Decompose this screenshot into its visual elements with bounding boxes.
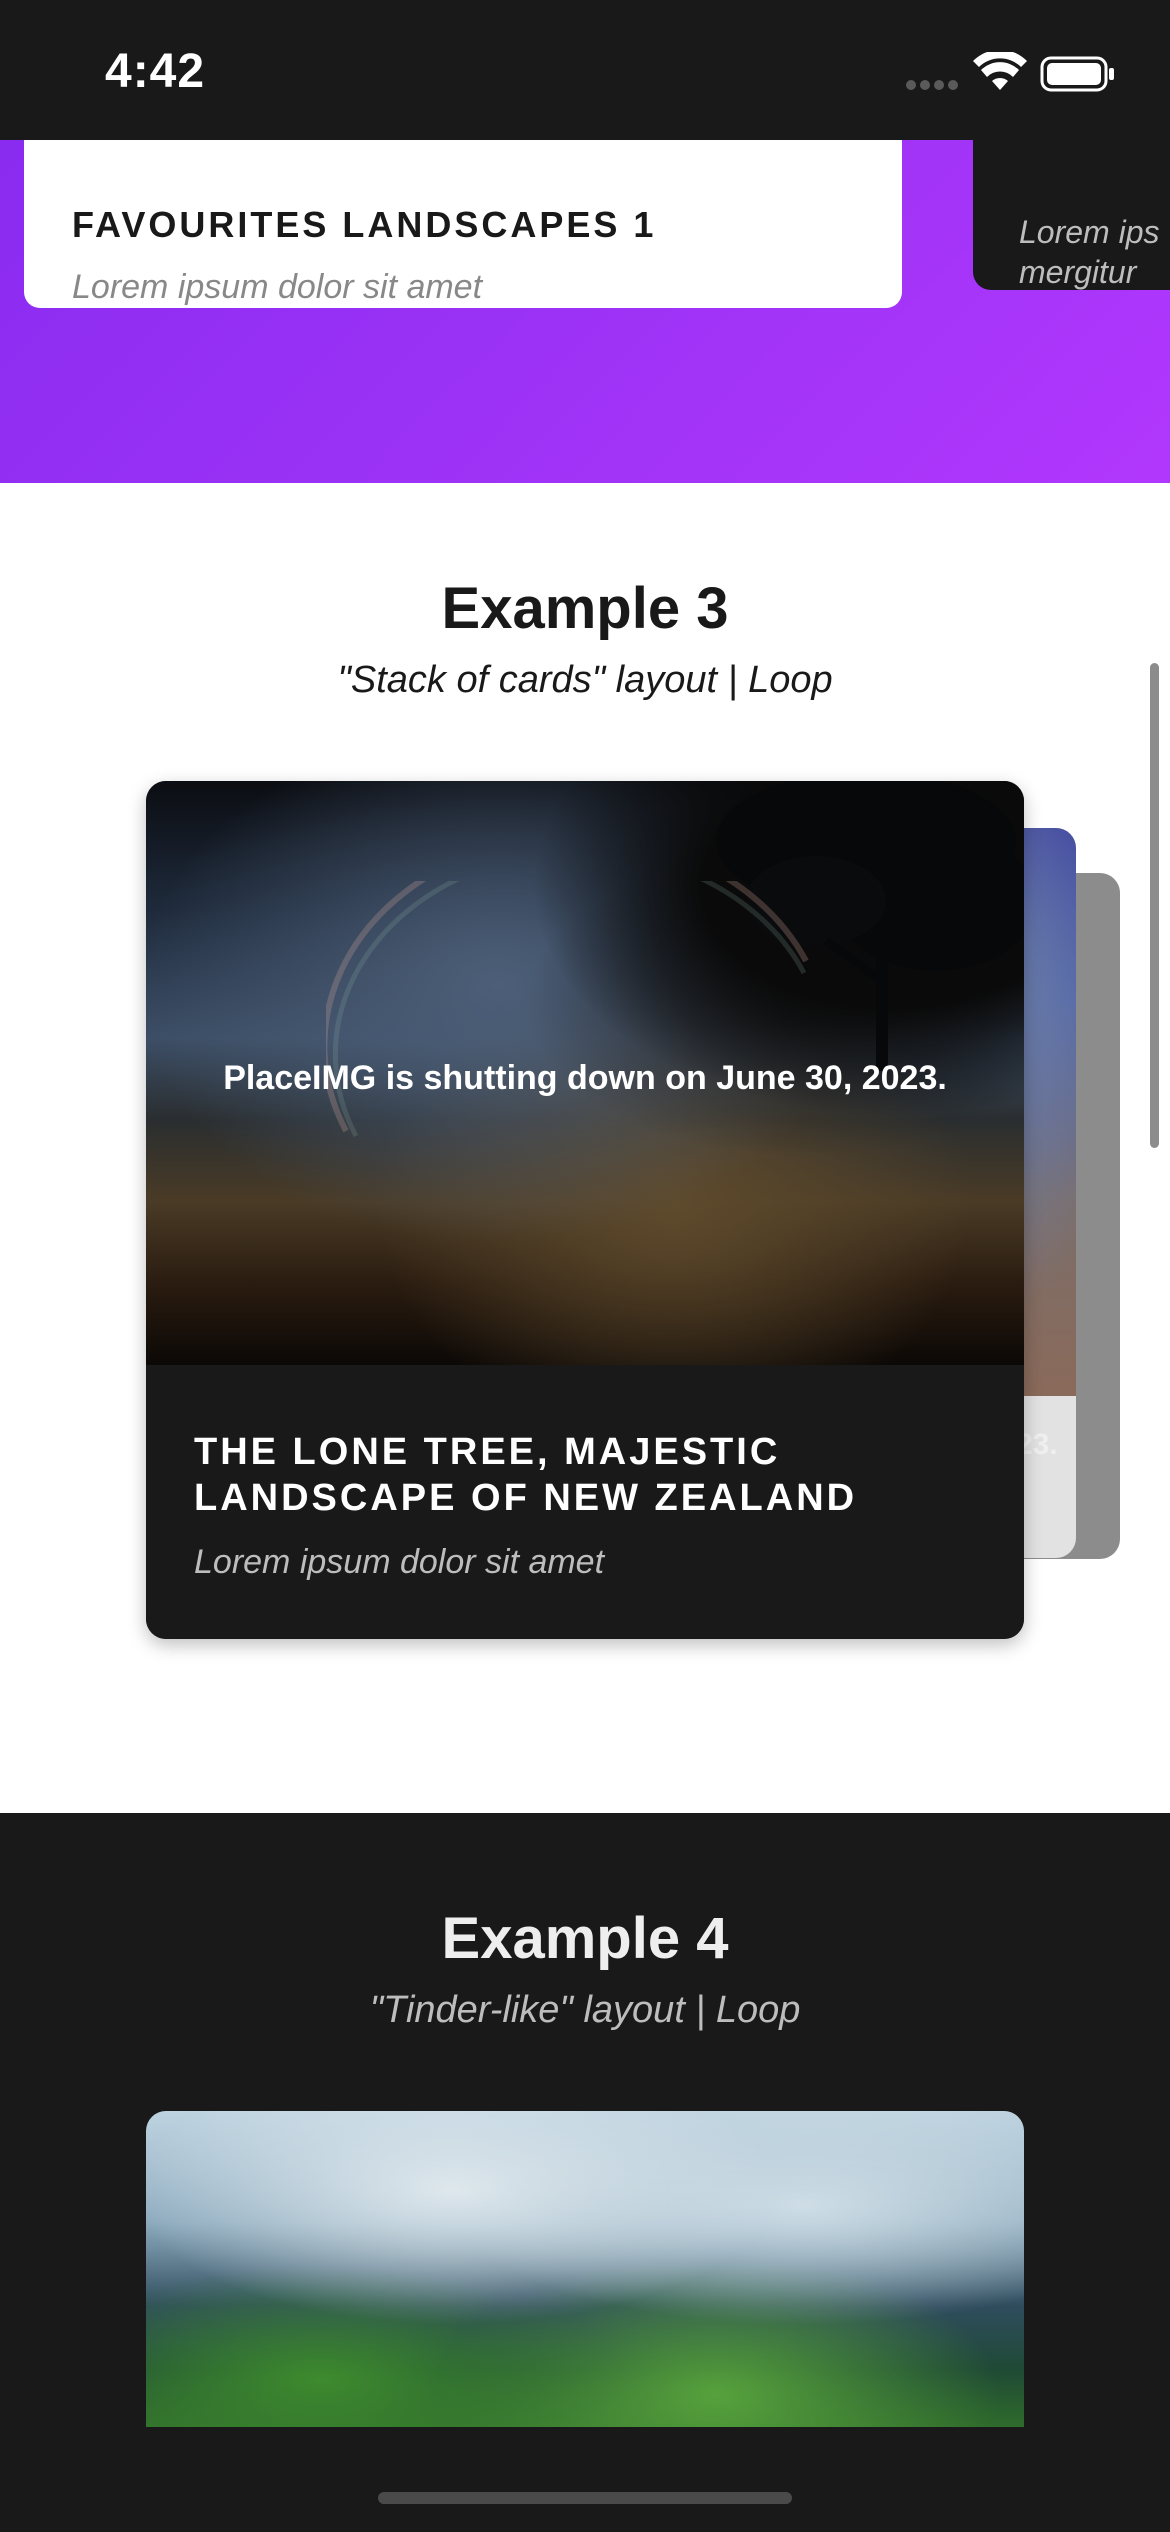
card-title: THE LONE TREE, MAJESTIC LANDSCAPE OF NEW…: [194, 1431, 858, 1519]
wifi-icon: [973, 52, 1027, 90]
status-bar: 4:42: [0, 0, 1170, 140]
card-body: THE LONE TREE, MAJESTIC LANDSCAPE OF NEW…: [146, 1365, 1024, 1639]
rainbow-icon: [326, 881, 809, 1138]
example3-section: Example 3 "Stack of cards" layout | Loop…: [0, 483, 1170, 1813]
card-image: [146, 2111, 1024, 2427]
carousel-card[interactable]: FAVOURITES LANDSCAPES 1 Lorem ipsum dolo…: [24, 140, 902, 308]
app-screen: 4:42 FAVOURITES LANDSCAPES 1 Lorem ipsum…: [0, 0, 1170, 2532]
card-title: FAVOURITES LANDSCAPES 1: [72, 204, 657, 245]
card-image: PlaceIMG is shutting down on June 30, 20…: [146, 781, 1024, 1365]
stack-card-front[interactable]: PlaceIMG is shutting down on June 30, 20…: [146, 781, 1024, 1639]
status-time: 4:42: [105, 45, 206, 98]
signal-dots-icon: [906, 80, 960, 92]
tinder-card[interactable]: [146, 2111, 1024, 2427]
section-title: Example 4: [441, 1906, 729, 1971]
card-subtitle: Lorem ipsum dolor sit amet: [72, 268, 483, 306]
example4-section: Example 4 "Tinder-like" layout | Loop: [0, 1813, 1170, 2532]
home-indicator[interactable]: [378, 2492, 792, 2504]
card-subtitle: Lorem ips mergitur: [1019, 212, 1170, 290]
card-image-message: PlaceIMG is shutting down on June 30, 20…: [223, 1059, 947, 1097]
carousel-card-next[interactable]: Lorem ips mergitur: [973, 140, 1170, 290]
section-subtitle: "Tinder-like" layout | Loop: [369, 1989, 801, 2031]
section-title: Example 3: [441, 576, 729, 641]
example2-section: FAVOURITES LANDSCAPES 1 Lorem ipsum dolo…: [0, 140, 1170, 483]
scroll-indicator[interactable]: [1150, 663, 1159, 1148]
card-subtitle: Lorem ipsum dolor sit amet: [194, 1543, 605, 1581]
card-subtitle-line-1: Lorem ips: [1019, 214, 1160, 250]
battery-icon: [1040, 56, 1114, 92]
card-subtitle-line-2: mergitur: [1019, 254, 1137, 290]
section-subtitle: "Stack of cards" layout | Loop: [337, 659, 833, 701]
